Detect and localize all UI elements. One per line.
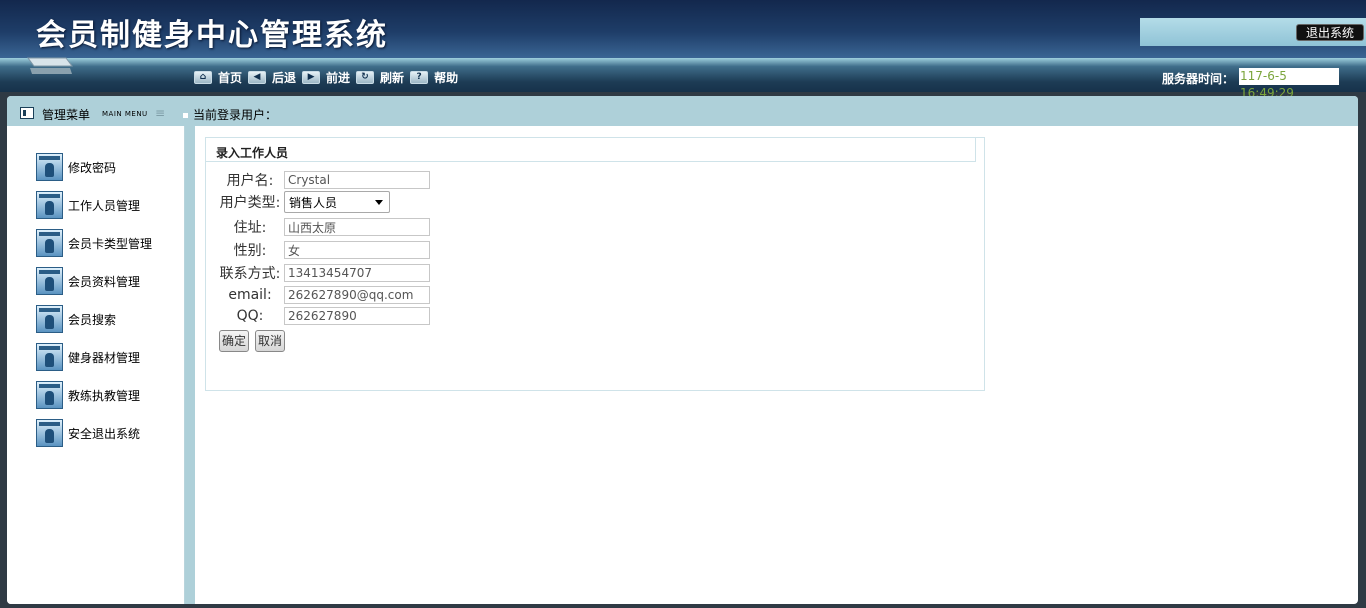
qq-label: QQ: (236, 308, 264, 324)
nav-back[interactable]: ◀ 后退 (248, 69, 296, 86)
menu-title-en: MAIN MENU (102, 110, 148, 118)
contact-label: 联系方式: (219, 266, 281, 282)
sidebar-item-label: 修改密码 (68, 160, 117, 175)
home-icon: ⌂ (194, 70, 212, 84)
toolbar-nav: ⌂ 首页 ◀ 后退 ▶ 前进 ↻ 刷新 ? 帮助 (194, 69, 464, 85)
address-label: 住址: (233, 220, 267, 236)
menu-lines-icon: ≡ (155, 106, 166, 120)
logout-button[interactable]: 退出系统 (1296, 24, 1364, 41)
sidebar-item-label: 会员卡类型管理 (68, 236, 153, 251)
sidebar-item-label: 会员资料管理 (68, 274, 141, 289)
nav-refresh[interactable]: ↻ 刷新 (356, 69, 404, 86)
gender-row: 性别: (216, 240, 430, 260)
email-label: email: (228, 287, 272, 303)
user-window-icon (36, 267, 63, 295)
contact-row: 联系方式: (216, 263, 430, 283)
user-window-icon (36, 229, 63, 257)
sidebar-item-safe-logout[interactable]: 安全退出系统 (36, 419, 181, 447)
user-window-icon (36, 153, 63, 181)
nav-home-label: 首页 (218, 70, 243, 85)
gender-input[interactable] (284, 241, 430, 259)
sidebar-divider (185, 126, 195, 604)
chevron-down-icon (375, 199, 383, 205)
sidebar-item-card-type-management[interactable]: 会员卡类型管理 (36, 229, 181, 257)
add-staff-panel: 录入工作人员 用户名: 用户类型: 销售人员 住址: 性别: 联系方式: ema… (205, 137, 985, 391)
address-input[interactable] (284, 218, 430, 236)
email-input[interactable] (284, 286, 430, 304)
sidebar-item-member-profile[interactable]: 会员资料管理 (36, 267, 181, 295)
address-row: 住址: (216, 217, 430, 237)
user-window-icon (36, 343, 63, 371)
cancel-button[interactable]: 取消 (255, 330, 285, 352)
monitor-icon (27, 57, 73, 74)
sidebar-item-label: 安全退出系统 (68, 426, 141, 441)
nav-help-label: 帮助 (434, 70, 459, 85)
nav-back-label: 后退 (272, 70, 297, 85)
help-icon: ? (410, 70, 429, 84)
nav-refresh-label: 刷新 (380, 70, 405, 85)
qq-row: QQ: (216, 306, 430, 326)
back-arrow-icon: ◀ (248, 70, 267, 84)
email-row: email: (216, 285, 430, 305)
user-type-select[interactable]: 销售人员 (284, 191, 390, 213)
sidebar-item-coach-management[interactable]: 教练执教管理 (36, 381, 181, 409)
user-type-row: 用户类型: 销售人员 (216, 191, 390, 213)
forward-arrow-icon: ▶ (302, 70, 321, 84)
sidebar-item-label: 工作人员管理 (68, 198, 141, 213)
user-type-label: 用户类型: (219, 195, 281, 211)
sidebar-item-label: 健身器材管理 (68, 350, 141, 365)
user-window-icon (36, 419, 63, 447)
sidebar-item-equipment-management[interactable]: 健身器材管理 (36, 343, 181, 371)
refresh-icon: ↻ (356, 70, 375, 84)
panel-header: 录入工作人员 (206, 138, 976, 162)
current-user-label: 当前登录用户： (183, 106, 277, 123)
user-window-icon (36, 305, 63, 333)
user-window-icon (36, 191, 63, 219)
bullet-icon (183, 113, 188, 118)
user-type-value: 销售人员 (289, 195, 338, 210)
username-row: 用户名: (216, 170, 430, 190)
sub-header: 管理菜单 MAIN MENU ≡ 当前登录用户： (7, 96, 1358, 126)
contact-input[interactable] (284, 264, 430, 282)
menu-title: 管理菜单 (42, 108, 91, 122)
nav-help[interactable]: ? 帮助 (410, 69, 458, 86)
sidebar-item-staff-management[interactable]: 工作人员管理 (36, 191, 181, 219)
sidebar-item-label: 会员搜索 (68, 312, 117, 327)
sidebar-item-label: 教练执教管理 (68, 388, 141, 403)
menu-panel-icon (20, 107, 34, 119)
nav-forward-label: 前进 (326, 70, 351, 85)
sidebar-item-member-search[interactable]: 会员搜索 (36, 305, 181, 333)
main-frame: 管理菜单 MAIN MENU ≡ 当前登录用户： 修改密码 工作人员管理 会员卡… (7, 96, 1358, 604)
server-time-value: 117-6-5 16:49:29 (1239, 68, 1339, 100)
qq-input[interactable] (284, 307, 430, 325)
sidebar-menu: 修改密码 工作人员管理 会员卡类型管理 会员资料管理 会员搜索 健身器材管理 教… (7, 126, 185, 604)
confirm-button[interactable]: 确定 (219, 330, 249, 352)
app-title: 会员制健身中心管理系统 (36, 18, 388, 53)
user-window-icon (36, 381, 63, 409)
nav-home[interactable]: ⌂ 首页 (194, 69, 242, 86)
sidebar-item-change-password[interactable]: 修改密码 (36, 153, 181, 181)
username-label: 用户名: (226, 173, 274, 189)
current-user-text: 当前登录用户： (193, 108, 278, 122)
server-time-label: 服务器时间： (1162, 72, 1235, 86)
gender-label: 性别: (233, 243, 267, 259)
username-input[interactable] (284, 171, 430, 189)
panel-title: 录入工作人员 (216, 146, 289, 160)
nav-forward[interactable]: ▶ 前进 (302, 69, 350, 86)
